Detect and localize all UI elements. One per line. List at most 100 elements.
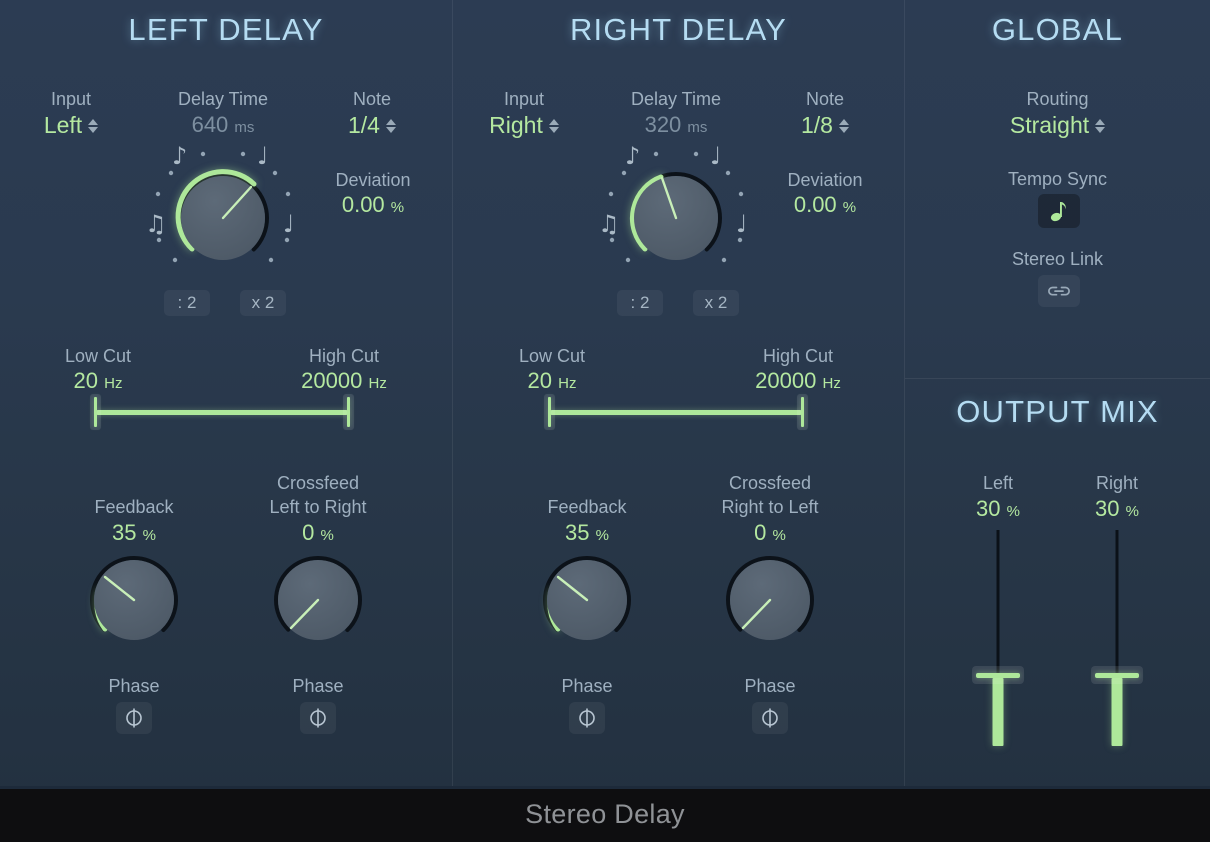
- left-feedback-value[interactable]: 35 %: [70, 520, 198, 546]
- left-input-stepper[interactable]: Left: [10, 112, 132, 139]
- right-feedback-value[interactable]: 35 %: [523, 520, 651, 546]
- right-crossfeed-phase-button[interactable]: [752, 702, 788, 734]
- stereo-link-button[interactable]: [1038, 275, 1080, 307]
- output-right-number: 30: [1095, 496, 1120, 521]
- chevron-updown-icon[interactable]: [385, 118, 396, 133]
- left-crossfeed-sublabel: Left to Right: [269, 497, 367, 517]
- left-feedback-phase-label: Phase: [108, 676, 160, 696]
- stereo-link-label: Stereo Link: [1011, 249, 1104, 269]
- left-deviation-unit: %: [390, 199, 405, 216]
- left-deviation-value[interactable]: 0.00 %: [310, 192, 436, 218]
- left-crossfeed-phase-label: Phase: [292, 676, 344, 696]
- right-crossfeed-label: Crossfeed: [728, 473, 812, 493]
- right-lowcut-label: Low Cut: [518, 346, 586, 366]
- fader-track: [1115, 530, 1119, 684]
- right-crossfeed-unit: %: [772, 527, 786, 544]
- stereo-delay-plugin-window: LEFT DELAY Input Left Delay Time 640 ms …: [0, 0, 1210, 842]
- lowcut-handle-line: [548, 397, 551, 427]
- right-cut-range-slider[interactable]: [544, 394, 808, 430]
- left-highcut-value[interactable]: 20000 Hz: [282, 368, 406, 394]
- right-deviation-number: 0.00: [793, 192, 837, 217]
- right-input-stepper[interactable]: Right: [463, 112, 585, 139]
- left-double-delay-button[interactable]: x 2: [240, 290, 286, 316]
- right-crossfeed-knob[interactable]: [722, 552, 818, 648]
- right-crossfeed-value[interactable]: 0 %: [700, 520, 840, 546]
- right-deviation-value[interactable]: 0.00 %: [762, 192, 888, 218]
- left-delay-time-value[interactable]: 640 ms: [143, 112, 303, 138]
- left-input-value: Left: [43, 112, 83, 138]
- svg-text:♪: ♪: [172, 142, 187, 170]
- fader-handle[interactable]: [1091, 666, 1143, 684]
- left-note-stepper[interactable]: 1/4: [312, 112, 432, 139]
- output-left-unit: %: [1006, 503, 1020, 520]
- plugin-title: Stereo Delay: [525, 798, 685, 829]
- left-highcut-unit: Hz: [368, 375, 387, 392]
- svg-text:♩: ♩: [257, 142, 268, 170]
- left-feedback-label: Feedback: [94, 497, 174, 517]
- left-input-label: Input: [50, 89, 92, 109]
- svg-text:♫: ♫: [598, 210, 620, 238]
- left-highcut-number: 20000: [301, 368, 363, 393]
- fader-handle[interactable]: [972, 666, 1024, 684]
- routing-stepper[interactable]: Straight: [905, 112, 1210, 139]
- routing-label: Routing: [1026, 89, 1089, 109]
- right-delay-time-number: 320: [644, 112, 682, 137]
- left-feedback-knob[interactable]: [86, 552, 182, 648]
- eighth-note-icon: [1050, 202, 1066, 222]
- right-feedback-phase-button[interactable]: [569, 702, 605, 734]
- svg-text:♫: ♫: [145, 210, 167, 238]
- left-halve-delay-button[interactable]: : 2: [164, 290, 210, 316]
- left-crossfeed-value[interactable]: 0 %: [248, 520, 388, 546]
- divider-left-right: [452, 0, 453, 786]
- svg-text:♩: ♩: [736, 210, 747, 238]
- right-deviation-label: Deviation: [787, 170, 863, 190]
- output-left-value[interactable]: 30 %: [940, 496, 1056, 522]
- output-right-unit: %: [1125, 503, 1139, 520]
- left-lowcut-unit: Hz: [104, 375, 123, 392]
- left-delay-time-label: Delay Time: [177, 89, 269, 109]
- chevron-updown-icon[interactable]: [88, 118, 99, 133]
- chevron-updown-icon[interactable]: [548, 118, 559, 133]
- left-feedback-phase-button[interactable]: [116, 702, 152, 734]
- right-highcut-unit: Hz: [822, 375, 841, 392]
- output-right-label: Right: [1095, 473, 1139, 493]
- left-crossfeed-phase-button[interactable]: [300, 702, 336, 734]
- right-input-value: Right: [489, 112, 543, 138]
- left-note-value: 1/4: [348, 112, 380, 138]
- right-feedback-unit: %: [595, 527, 609, 544]
- right-highcut-value[interactable]: 20000 Hz: [736, 368, 860, 394]
- footer-top-border: [0, 786, 1210, 789]
- left-delay-time-knob[interactable]: ♪ ♩ ♫ ♩: [137, 140, 309, 280]
- output-right-value[interactable]: 30 %: [1059, 496, 1175, 522]
- tempo-sync-button[interactable]: [1038, 194, 1080, 228]
- right-delay-time-knob[interactable]: ♪ ♩ ♫ ♩: [590, 140, 762, 280]
- right-delay-time-value[interactable]: 320 ms: [596, 112, 756, 138]
- chevron-updown-icon[interactable]: [1095, 118, 1106, 133]
- right-deviation-unit: %: [842, 199, 857, 216]
- left-lowcut-value[interactable]: 20 Hz: [38, 368, 158, 394]
- left-lowcut-number: 20: [73, 368, 98, 393]
- output-right-fader[interactable]: [1059, 530, 1175, 750]
- left-delay-time-unit: ms: [234, 119, 255, 136]
- chevron-updown-icon[interactable]: [838, 118, 849, 133]
- range-fill-bar: [96, 410, 348, 415]
- right-lowcut-unit: Hz: [558, 375, 577, 392]
- left-crossfeed-knob[interactable]: [270, 552, 366, 648]
- right-crossfeed-number: 0: [754, 520, 767, 545]
- lowcut-handle-line: [94, 397, 97, 427]
- right-note-stepper[interactable]: 1/8: [765, 112, 885, 139]
- right-feedback-knob[interactable]: [539, 552, 635, 648]
- left-cut-range-slider[interactable]: [90, 394, 354, 430]
- right-halve-delay-button[interactable]: : 2: [617, 290, 663, 316]
- left-crossfeed-number: 0: [302, 520, 315, 545]
- right-highcut-number: 20000: [755, 368, 817, 393]
- output-left-fader[interactable]: [940, 530, 1056, 750]
- left-deviation-label: Deviation: [335, 170, 411, 190]
- right-double-delay-button[interactable]: x 2: [693, 290, 739, 316]
- phase-icon: [762, 708, 778, 728]
- right-lowcut-number: 20: [527, 368, 552, 393]
- right-crossfeed-sublabel: Right to Left: [721, 497, 819, 517]
- tempo-sync-label: Tempo Sync: [1007, 169, 1108, 189]
- right-delay-time-label: Delay Time: [630, 89, 722, 109]
- right-lowcut-value[interactable]: 20 Hz: [492, 368, 612, 394]
